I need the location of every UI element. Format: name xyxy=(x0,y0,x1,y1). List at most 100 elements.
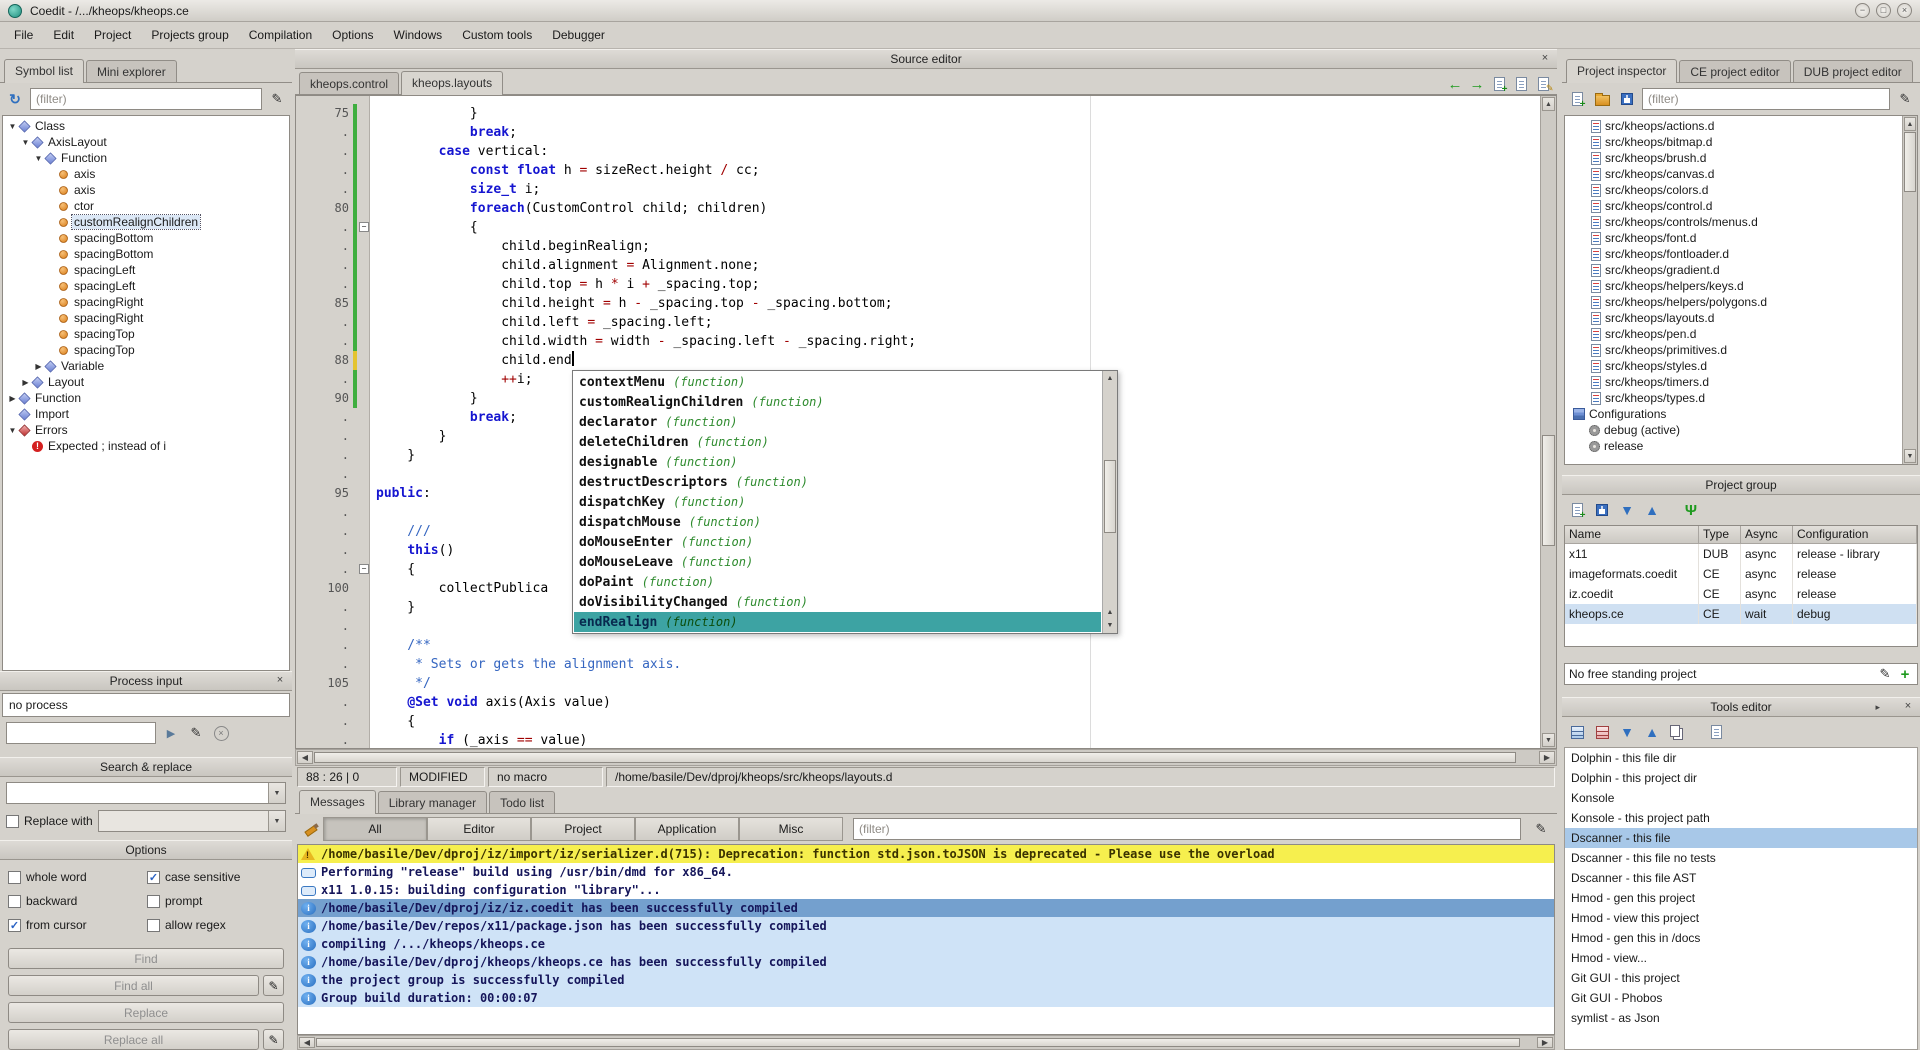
project-file-item[interactable]: src/kheops/layouts.d xyxy=(1565,310,1917,326)
symbol-item[interactable]: ▼AxisLayout xyxy=(3,134,289,150)
export-tool-button[interactable] xyxy=(1706,722,1726,742)
symbol-item[interactable]: ▶Function xyxy=(3,390,289,406)
log-row[interactable]: ithe project group is successfully compi… xyxy=(298,971,1554,989)
close-icon[interactable]: × xyxy=(273,674,287,686)
checkbox[interactable]: ✓ xyxy=(147,871,160,884)
menu-edit[interactable]: Edit xyxy=(43,24,84,46)
code-line[interactable]: . child.top = h * i + _spacing.top; xyxy=(296,275,1556,294)
project-row[interactable]: kheops.ceCEwaitdebug xyxy=(1565,604,1917,624)
log-row[interactable]: x11 1.0.15: building configuration "libr… xyxy=(298,881,1554,899)
configuration-item[interactable]: debug (active) xyxy=(1565,422,1917,438)
checkbox[interactable] xyxy=(8,871,21,884)
replace-button[interactable]: Replace xyxy=(8,1002,284,1023)
checkbox[interactable]: ✓ xyxy=(8,919,21,932)
code-line[interactable]: . const float h = sizeRect.height / cc; xyxy=(296,161,1556,180)
add-free-project-button[interactable]: + xyxy=(1897,666,1913,682)
code-editor[interactable]: 75 }. break;. case vertical:. const floa… xyxy=(295,95,1557,749)
symbol-item[interactable]: ▼Function xyxy=(3,150,289,166)
column-header-config[interactable]: Configuration xyxy=(1793,526,1917,544)
tab-project-inspector[interactable]: Project inspector xyxy=(1566,59,1677,83)
tool-item[interactable]: Dolphin - this project dir xyxy=(1565,768,1917,788)
send-input-button[interactable]: ▶ xyxy=(161,723,181,743)
scroll-up-icon[interactable]: ▲ xyxy=(1104,606,1116,619)
completion-item[interactable]: designable(function) xyxy=(574,452,1101,472)
log-row[interactable]: icompiling /.../kheops/kheops.ce xyxy=(298,935,1554,953)
code-line[interactable]: . @Set void axis(Axis value) xyxy=(296,693,1556,712)
code-line[interactable]: 105 */ xyxy=(296,674,1556,693)
checkbox[interactable] xyxy=(8,895,21,908)
previous-location-button[interactable]: ← xyxy=(1445,74,1465,94)
completion-item[interactable]: endRealign(function) xyxy=(574,612,1101,632)
menu-file[interactable]: File xyxy=(4,24,43,46)
inspector-options-button[interactable]: ✎ xyxy=(1895,89,1915,109)
project-file-item[interactable]: src/kheops/bitmap.d xyxy=(1565,134,1917,150)
chevron-down-icon[interactable]: ▼ xyxy=(268,783,285,803)
tool-item[interactable]: Dscanner - this file xyxy=(1565,828,1917,848)
log-row[interactable]: i/home/basile/Dev/dproj/kheops/kheops.ce… xyxy=(298,953,1554,971)
completion-item[interactable]: dispatchKey(function) xyxy=(574,492,1101,512)
expand-icon[interactable]: ▶ xyxy=(20,378,31,387)
symbol-item[interactable]: Import xyxy=(3,406,289,422)
option-backward[interactable]: backward xyxy=(8,894,145,908)
completion-item[interactable]: doVisibilityChanged(function) xyxy=(574,592,1101,612)
messages-horizontal-scrollbar[interactable]: ◀ ▶ xyxy=(297,1035,1555,1050)
completion-item[interactable]: dispatchMouse(function) xyxy=(574,512,1101,532)
close-icon[interactable]: × xyxy=(1538,52,1552,64)
symbol-item[interactable]: spacingBottom xyxy=(3,230,289,246)
option-prompt[interactable]: prompt xyxy=(147,894,284,908)
add-tool-button[interactable] xyxy=(1567,722,1587,742)
tool-item[interactable]: Hmod - view this project xyxy=(1565,908,1917,928)
option-allow-regex[interactable]: allow regex xyxy=(147,918,284,932)
tab-dub-project-editor[interactable]: DUB project editor xyxy=(1793,60,1913,82)
project-file-item[interactable]: src/kheops/control.d xyxy=(1565,198,1917,214)
fold-marker[interactable]: − xyxy=(359,564,369,574)
messages-filter-all[interactable]: All xyxy=(323,817,427,841)
project-file-item[interactable]: src/kheops/font.d xyxy=(1565,230,1917,246)
symbol-item[interactable]: axis xyxy=(3,182,289,198)
compile-group-button[interactable]: Ψ xyxy=(1681,500,1701,520)
log-row[interactable]: i/home/basile/Dev/repos/x11/package.json… xyxy=(298,917,1554,935)
completion-item[interactable]: contextMenu(function) xyxy=(574,372,1101,392)
collapse-icon[interactable]: ▼ xyxy=(33,154,44,163)
project-file-item[interactable]: src/kheops/canvas.d xyxy=(1565,166,1917,182)
project-file-item[interactable]: src/kheops/types.d xyxy=(1565,390,1917,406)
project-file-item[interactable]: src/kheops/timers.d xyxy=(1565,374,1917,390)
code-line[interactable]: 88 child.end xyxy=(296,351,1556,370)
save-project-button[interactable] xyxy=(1617,89,1637,109)
messages-options-button[interactable]: ✎ xyxy=(1531,819,1551,839)
tab-messages[interactable]: Messages xyxy=(299,790,376,814)
scroll-left-icon[interactable]: ◀ xyxy=(299,1037,315,1048)
collapse-icon[interactable]: ▼ xyxy=(7,122,18,131)
project-file-item[interactable]: src/kheops/styles.d xyxy=(1565,358,1917,374)
project-file-item[interactable]: src/kheops/pen.d xyxy=(1565,326,1917,342)
symbol-options-button[interactable]: ✎ xyxy=(267,89,287,109)
option-case-sensitive[interactable]: ✓case sensitive xyxy=(147,870,284,884)
close-button[interactable]: × xyxy=(1897,3,1912,18)
log-row[interactable]: !/home/basile/Dev/dproj/iz/import/iz/ser… xyxy=(298,845,1554,863)
code-line[interactable]: 85 child.height = h - _spacing.top - _sp… xyxy=(296,294,1556,313)
symbol-item[interactable]: spacingTop xyxy=(3,326,289,342)
completion-item[interactable]: declarator(function) xyxy=(574,412,1101,432)
code-line[interactable]: . { xyxy=(296,712,1556,731)
menu-projects-group[interactable]: Projects group xyxy=(141,24,238,46)
menu-windows[interactable]: Windows xyxy=(384,24,453,46)
column-header-type[interactable]: Type xyxy=(1699,526,1741,544)
scroll-left-icon[interactable]: ◀ xyxy=(297,751,313,764)
replace-term-combo[interactable]: ▼ xyxy=(98,810,286,832)
remove-tool-button[interactable] xyxy=(1592,722,1612,742)
option-whole-word[interactable]: whole word xyxy=(8,870,145,884)
completion-item[interactable]: doMouseLeave(function) xyxy=(574,552,1101,572)
completion-item[interactable]: doMouseEnter(function) xyxy=(574,532,1101,552)
code-line[interactable]: . child.width = width - _spacing.left - … xyxy=(296,332,1556,351)
project-file-item[interactable]: src/kheops/helpers/polygons.d xyxy=(1565,294,1917,310)
tool-item[interactable]: Git GUI - Phobos xyxy=(1565,988,1917,1008)
tool-item[interactable]: symlist - as Json xyxy=(1565,1008,1917,1028)
project-row[interactable]: imageformats.coeditCEasyncrelease xyxy=(1565,564,1917,584)
tool-item[interactable]: Dscanner - this file AST xyxy=(1565,868,1917,888)
tab-symbol-list[interactable]: Symbol list xyxy=(4,59,84,83)
symbol-item[interactable]: spacingRight xyxy=(3,294,289,310)
column-header-async[interactable]: Async xyxy=(1741,526,1793,544)
code-line[interactable]: . /** xyxy=(296,636,1556,655)
collapse-icon[interactable]: ▼ xyxy=(20,138,31,147)
refresh-symbols-button[interactable]: ↻ xyxy=(5,89,25,109)
